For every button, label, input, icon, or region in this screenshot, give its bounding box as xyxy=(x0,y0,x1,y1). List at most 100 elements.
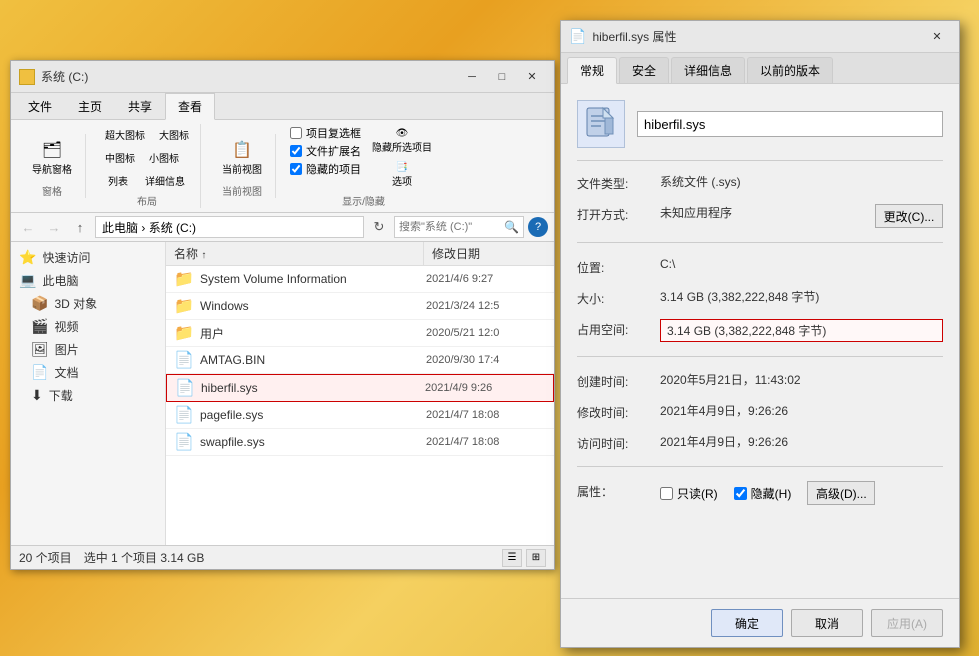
options-btn[interactable]: 📑 选项 xyxy=(367,159,437,191)
properties-titlebar: 📄 hiberfil.sys 属性 ✕ xyxy=(561,21,959,53)
properties-window: 📄 hiberfil.sys 属性 ✕ 常规 安全 详细信息 以前的版本 xyxy=(560,20,960,648)
properties-window-icon: 📄 xyxy=(569,28,586,45)
props-row-filetype: 文件类型: 系统文件 (.sys) xyxy=(577,173,943,192)
hidden-checkbox-input[interactable] xyxy=(290,163,302,175)
view-btn-list[interactable]: ☰ xyxy=(502,549,522,567)
view-details[interactable]: 详细信息 xyxy=(140,170,190,191)
view-medium[interactable]: 中图标 xyxy=(100,147,140,168)
file-item-pagefile[interactable]: 📄 pagefile.sys 2021/4/7 18:08 xyxy=(166,402,554,429)
props-tab-general[interactable]: 常规 xyxy=(567,57,617,84)
view-list[interactable]: 列表 xyxy=(100,170,136,191)
filename-input[interactable] xyxy=(637,111,943,137)
ok-button[interactable]: 确定 xyxy=(711,609,783,637)
tab-home[interactable]: 主页 xyxy=(65,93,115,120)
properties-window-controls: ✕ xyxy=(923,26,951,48)
location-label: 位置: xyxy=(577,257,652,276)
video-label: 视频 xyxy=(54,318,78,335)
tab-share[interactable]: 共享 xyxy=(115,93,165,120)
tab-view[interactable]: 查看 xyxy=(165,93,215,120)
navigation-pane-button[interactable]: 🗂 导航窗格 xyxy=(25,134,79,181)
file-item-svi[interactable]: 📁 System Volume Information 2021/4/6 9:2… xyxy=(166,266,554,293)
path-sep1: › xyxy=(141,221,148,235)
file-item-amtag[interactable]: 📄 AMTAG.BIN 2020/9/30 17:4 xyxy=(166,347,554,374)
hide-icon: 👁 xyxy=(396,128,409,139)
size-label: 大小: xyxy=(577,288,652,307)
search-icon: 🔍 xyxy=(504,220,519,234)
readonly-label[interactable]: 只读(R) xyxy=(660,485,718,502)
address-text: 此电脑 › 系统 (C:) xyxy=(102,219,196,236)
file-icon-amtag: 📄 xyxy=(174,350,194,370)
minimize-button[interactable]: ─ xyxy=(458,66,486,88)
item-checkbox-input[interactable] xyxy=(290,127,302,139)
view-small[interactable]: 小图标 xyxy=(144,147,184,168)
back-button[interactable]: ← xyxy=(17,216,39,238)
current-view-icon: 📋 xyxy=(231,139,253,161)
search-input[interactable] xyxy=(399,221,504,233)
file-item-windows[interactable]: 📁 Windows 2021/3/24 12:5 xyxy=(166,293,554,320)
downloads-icon: ⬇ xyxy=(31,387,43,404)
col-header-name[interactable]: 名称 ↑ xyxy=(166,242,424,265)
thispc-icon: 💻 xyxy=(19,272,36,289)
view-btn-grid[interactable]: ⊞ xyxy=(526,549,546,567)
checkbox-row-item: 项目复选框 xyxy=(290,125,361,141)
sidebar-item-downloads[interactable]: ⬇ 下载 xyxy=(11,384,165,407)
status-bar: 20 个项目 选中 1 个项目 3.14 GB ☰ ⊞ xyxy=(11,545,554,569)
sidebar-item-video[interactable]: 🎬 视频 xyxy=(11,315,165,338)
props-tab-previous[interactable]: 以前的版本 xyxy=(747,57,833,83)
advanced-button[interactable]: 高级(D)... xyxy=(807,481,875,505)
filetype-label: 文件类型: xyxy=(577,173,652,192)
show-hide-checkboxes: 项目复选框 文件扩展名 隐藏的项目 xyxy=(290,125,361,177)
file-date-pagefile: 2021/4/7 18:08 xyxy=(426,409,546,421)
current-view-button[interactable]: 📋 当前视图 xyxy=(215,134,269,181)
props-tab-details[interactable]: 详细信息 xyxy=(671,57,745,83)
refresh-button[interactable]: ↻ xyxy=(368,216,390,238)
address-path[interactable]: 此电脑 › 系统 (C:) xyxy=(95,216,364,238)
hidden-label[interactable]: 隐藏(H) xyxy=(734,485,792,502)
change-button[interactable]: 更改(C)... xyxy=(875,204,943,228)
hidden-checkbox[interactable] xyxy=(734,487,747,500)
sidebar-item-thispc[interactable]: 💻 此电脑 xyxy=(11,269,165,292)
maximize-button[interactable]: □ xyxy=(488,66,516,88)
apply-button[interactable]: 应用(A) xyxy=(871,609,943,637)
view-extralarge[interactable]: 超大图标 xyxy=(100,124,150,145)
view-large[interactable]: 大图标 xyxy=(154,124,194,145)
show-hide-btns: 👁 隐藏所选项目 📑 选项 xyxy=(367,125,437,191)
sidebar-item-pictures[interactable]: 🖼 图片 xyxy=(11,338,165,361)
file-icon-hiberfil: 📄 xyxy=(175,378,195,398)
sidebar-item-quickaccess[interactable]: ⭐ 快速访问 xyxy=(11,246,165,269)
divider-1 xyxy=(577,242,943,243)
file-date-swapfile: 2021/4/7 18:08 xyxy=(426,436,546,448)
sidebar-item-docs[interactable]: 📄 文档 xyxy=(11,361,165,384)
props-row-size: 大小: 3.14 GB (3,382,222,848 字节) xyxy=(577,288,943,307)
cancel-button[interactable]: 取消 xyxy=(791,609,863,637)
readonly-checkbox[interactable] xyxy=(660,487,673,500)
tab-file[interactable]: 文件 xyxy=(15,93,65,120)
hide-selected-btn[interactable]: 👁 隐藏所选项目 xyxy=(367,125,437,157)
file-item-users[interactable]: 📁 用户 2020/5/21 12:0 xyxy=(166,320,554,347)
file-item-hiberfil[interactable]: 📄 hiberfil.sys 2021/4/9 9:26 xyxy=(166,374,554,402)
file-name-windows: Windows xyxy=(200,299,420,313)
properties-close-button[interactable]: ✕ xyxy=(923,26,951,48)
up-button[interactable]: ↑ xyxy=(69,216,91,238)
properties-window-title: hiberfil.sys 属性 xyxy=(592,28,923,45)
ext-checkbox-input[interactable] xyxy=(290,145,302,157)
file-item-swapfile[interactable]: 📄 swapfile.sys 2021/4/7 18:08 xyxy=(166,429,554,456)
explorer-window-title: 系统 (C:) xyxy=(41,68,458,85)
divider-3 xyxy=(577,466,943,467)
props-tab-security[interactable]: 安全 xyxy=(619,57,669,83)
props-row-occupied: 占用空间: 3.14 GB (3,382,222,848 字节) xyxy=(577,319,943,342)
quickaccess-label: 快速访问 xyxy=(42,249,90,266)
item-checkbox-label: 项目复选框 xyxy=(306,125,361,141)
file-date-hiberfil: 2021/4/9 9:26 xyxy=(425,382,545,394)
sidebar: ⭐ 快速访问 💻 此电脑 📦 3D 对象 🎬 视频 🖼 图片 📄 文档 xyxy=(11,242,166,545)
sidebar-item-3d[interactable]: 📦 3D 对象 xyxy=(11,292,165,315)
forward-button[interactable]: → xyxy=(43,216,65,238)
help-button[interactable]: ? xyxy=(528,217,548,237)
accessed-label: 访问时间: xyxy=(577,433,652,452)
ribbon-pane-buttons: 🗂 导航窗格 xyxy=(25,134,79,181)
status-selected-info: 选中 1 个项目 3.14 GB xyxy=(84,549,205,566)
layout-options: 超大图标 大图标 中图标 小图标 xyxy=(100,124,194,191)
col-name-label: 名称 xyxy=(174,247,198,261)
close-button[interactable]: ✕ xyxy=(518,66,546,88)
col-header-date[interactable]: 修改日期 xyxy=(424,242,554,265)
